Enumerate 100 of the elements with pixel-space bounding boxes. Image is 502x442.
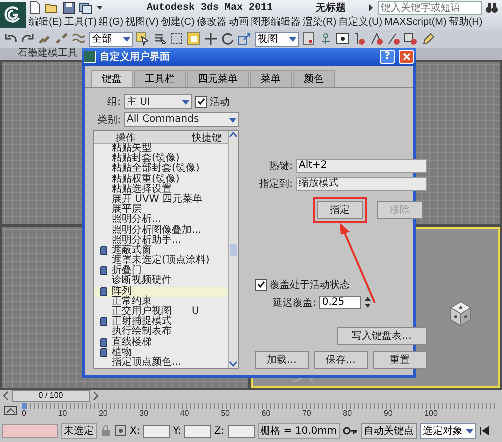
select-object-icon[interactable] [136,32,150,46]
wave-icon[interactable] [72,32,86,46]
list-row[interactable]: 照明分析助手... [94,236,228,246]
tab[interactable]: 键盘 [91,70,133,87]
list-row[interactable]: 展开 UVW 四元菜单 [94,194,228,206]
keyboard-shortcut-icon[interactable] [336,32,350,46]
selection-filter-dropdown[interactable]: 全部 [89,32,133,46]
dropdown-arrow-icon[interactable] [288,34,298,44]
time-slider-thumb[interactable]: 0 / 100 [12,390,90,402]
tab[interactable]: 颜色 [293,70,335,87]
dropdown-arrow-icon[interactable] [122,34,132,44]
ribbon-tab[interactable]: 石墨建模工具 [18,48,78,60]
key-filter-dropdown[interactable]: 选定对象 [420,423,476,439]
list-row[interactable]: 指定顶点颜色... [94,358,228,368]
menu-item[interactable]: 动画 [228,17,250,29]
dialog-button[interactable]: 加载... [255,351,309,369]
menu-item[interactable]: 修改器 [196,17,228,29]
action-list[interactable]: 操作 快捷键 粘贴矢型 粘贴封套(镜像) 粘贴全部封套(镜像) 粘贴权重(镜像) 粘贴选择设置 展开 UVW 四元菜单 展平层 照明分析... 照明分析图像叠加... 照明分析助手... 遮蔽式窗 遮罩未选定(顶点涂料) 折叠门 诊断视频硬件 阵列 正常约束 正交用户视图 U 正射捕捉模式 执行绘制表布 直线楼梯 植物 指定顶点颜色... [93,130,239,369]
save-icon[interactable] [62,1,76,15]
move-icon[interactable] [204,32,218,46]
absolute-mode-icon[interactable] [115,425,127,437]
pencil-icon[interactable] [421,32,435,46]
menu-item[interactable]: 自定义(U) [338,17,384,29]
timeline-ruler[interactable]: 0 10 20 30 40 50 60 70 80 90 100 [22,402,498,420]
pivot-icon[interactable] [302,32,316,46]
window-crossing-icon[interactable] [187,32,201,46]
angle-snap-icon[interactable] [370,32,384,46]
list-row[interactable]: 阵列 [94,286,228,297]
help-button[interactable]: ? [380,50,395,64]
reference-coordinate-dropdown[interactable]: 视图 [255,32,299,46]
scroll-right-icon[interactable] [92,391,100,401]
list-row[interactable]: 粘贴选择设置 [94,184,228,195]
menu-item[interactable]: 渲染(R) [302,17,338,29]
menu-item[interactable]: MAXScript(M) [384,17,448,29]
close-button[interactable] [399,50,414,64]
search-field[interactable]: 键入关键字或短语 [378,1,482,15]
tick-label: 70 [302,408,312,418]
list-row[interactable]: 粘贴权重(镜像) [94,174,228,185]
caret-icon[interactable] [367,3,375,13]
delay-spinner-field[interactable]: 0.25 [319,296,362,309]
dialog-button[interactable]: 保存... [314,351,368,369]
tab[interactable]: 四元菜单 [187,70,249,87]
write-keyboard-chart-button[interactable]: 写入键盘表... [337,327,427,345]
time-marker[interactable] [22,402,26,408]
list-row[interactable]: 照明分析... [94,215,228,226]
dialog-button[interactable]: 重置 [373,351,427,369]
action-name: 执行绘制表布 [112,327,172,338]
snap-icon[interactable] [353,32,367,46]
scroll-up-icon[interactable] [229,131,238,139]
binoculars-icon[interactable] [485,1,499,15]
list-row[interactable]: 执行绘制表布 [94,327,228,338]
new-file-icon[interactable] [28,1,42,15]
region-select-icon[interactable] [170,32,184,46]
dropdown-arrow-icon[interactable] [465,426,476,436]
menu-item[interactable]: 图形编辑器 [250,17,302,29]
category-dropdown[interactable]: All Commands [124,112,239,127]
action-name: 粘贴矢型 [112,144,152,154]
menu-item[interactable]: 编辑(E) [28,17,64,29]
coordinate-field[interactable] [143,424,170,438]
menu-item[interactable]: 帮助(H) [448,17,484,29]
list-row[interactable]: 诊断视频硬件 [94,276,228,287]
coordinate-field[interactable] [184,424,212,438]
menu-item[interactable]: 工具(T) [63,17,98,29]
app-logo[interactable] [0,2,26,28]
field-label: 指定到: [258,178,293,190]
list-row[interactable]: 照明分析图像叠加... [94,226,228,236]
menu-item[interactable]: 视图(V) [124,17,160,29]
list-scrollbar[interactable] [228,131,238,368]
close-icon [402,52,412,62]
rotate-icon[interactable] [221,32,235,46]
spinner-snap-icon[interactable] [404,32,418,46]
curve-editor-icon[interactable] [4,404,18,418]
scale-icon[interactable] [238,32,252,46]
scroll-left-icon[interactable] [2,391,10,401]
auto-key-button[interactable]: 自动关键点 [361,423,418,439]
spinner-arrows-icon[interactable] [364,296,372,309]
list-row[interactable]: 正常约束 [94,296,228,307]
override-checkbox[interactable] [255,278,267,290]
tab[interactable]: 工具栏 [134,70,186,87]
list-row[interactable]: 植物 [94,348,228,358]
scroll-down-icon[interactable] [229,360,238,368]
menu-item[interactable]: 创建(C) [160,17,196,29]
select-by-name-icon[interactable] [153,32,167,46]
tab[interactable]: 菜单 [250,70,292,87]
broken-chain-icon[interactable] [55,32,69,46]
menu-item[interactable]: 组(G) [98,17,125,29]
coordinate-field[interactable] [228,424,255,438]
list-row[interactable]: 粘贴全部封套(镜像) [94,164,228,175]
go-to-start-icon[interactable] [479,425,492,437]
group-dropdown[interactable]: 主 UI [124,94,192,109]
command-icon [99,348,109,358]
tick-label: 20 [98,408,108,418]
scroll-thumb-icon[interactable] [230,244,237,256]
assigned-action-field: 缩放模式 [296,176,427,190]
percent-snap-icon[interactable] [387,32,401,46]
list-row[interactable]: 直线楼梯 [94,338,228,348]
maxscript-listener-field[interactable] [2,424,58,438]
active-checkbox[interactable] [195,96,207,108]
dialog-button[interactable]: 指定 [317,201,363,219]
hotkey-field[interactable]: Alt+2 [296,158,427,172]
